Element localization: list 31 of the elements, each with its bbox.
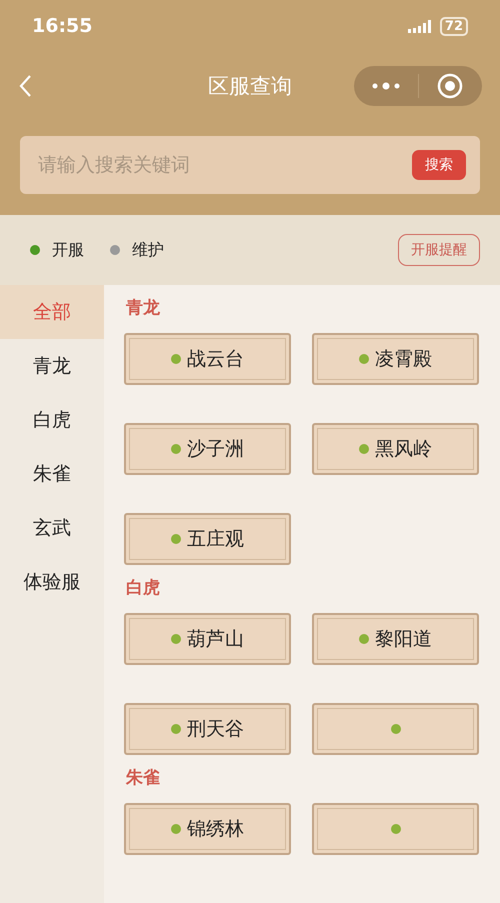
server-card[interactable]: 黑风岭 [312, 423, 479, 475]
server-card[interactable]: 战云台 [124, 333, 291, 385]
back-icon [18, 74, 32, 98]
more-icon [372, 82, 400, 90]
category-tab[interactable]: 白虎 [0, 393, 104, 447]
section-heading: 青龙 [125, 297, 161, 319]
server-card[interactable]: 凌霄殿 [312, 333, 479, 385]
page-title: 区服查询 [208, 73, 292, 100]
section-heading: 白虎 [125, 577, 161, 599]
back-button[interactable] [18, 74, 32, 98]
legend-label: 开服 [52, 240, 84, 260]
server-card[interactable] [312, 803, 479, 855]
category-tab[interactable]: 朱雀 [0, 447, 104, 501]
category-tab[interactable]: 体验服 [0, 555, 104, 609]
server-card[interactable] [312, 703, 479, 755]
battery-level: 72 [440, 16, 468, 36]
search-field[interactable]: 请输入搜索关键词 搜索 [20, 136, 480, 194]
category-tab[interactable]: 玄武 [0, 501, 104, 555]
server-card[interactable]: 五庄观 [124, 513, 291, 565]
category-tab[interactable]: 青龙 [0, 339, 104, 393]
server-card[interactable]: 黎阳道 [312, 613, 479, 665]
legend-label: 维护 [132, 240, 164, 260]
server-card[interactable]: 锦绣林 [124, 803, 291, 855]
target-icon [437, 73, 464, 99]
section-heading: 朱雀 [124, 767, 161, 789]
server-card[interactable]: 刑天谷 [124, 703, 291, 755]
server-card[interactable]: 沙子洲 [124, 423, 291, 475]
server-card[interactable]: 葫芦山 [124, 613, 291, 665]
search-button[interactable]: 搜索 [412, 150, 466, 180]
signal-icon [408, 19, 434, 33]
clock-time: 16:55 [32, 15, 92, 37]
